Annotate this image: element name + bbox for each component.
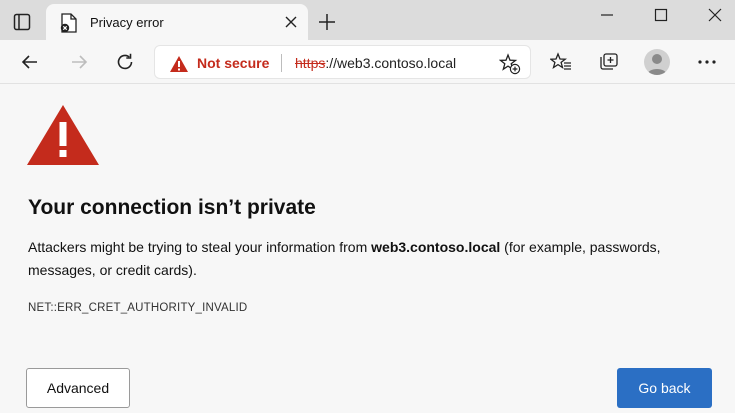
address-separator <box>281 54 282 72</box>
window-close-icon[interactable] <box>700 4 730 26</box>
not-secure-label[interactable]: Not secure <box>197 55 269 71</box>
tab-privacy-error[interactable]: Privacy error <box>46 4 308 40</box>
go-back-button[interactable]: Go back <box>617 368 712 408</box>
browser-toolbar: Not secure https://web3.contoso.local <box>0 40 735 84</box>
more-icon[interactable] <box>694 49 720 75</box>
new-tab-button[interactable] <box>316 11 338 33</box>
close-icon[interactable] <box>282 13 300 31</box>
add-favorite-icon[interactable] <box>499 53 521 75</box>
url-host: ://web3.contoso.local <box>325 55 457 71</box>
address-bar[interactable]: Not secure https://web3.contoso.local <box>154 45 531 79</box>
page-title: Your connection isn’t private <box>28 196 316 219</box>
back-arrow-icon[interactable] <box>17 49 43 75</box>
description-host: web3.contoso.local <box>371 239 501 255</box>
collections-icon[interactable] <box>596 49 622 75</box>
advanced-button[interactable]: Advanced <box>26 368 130 408</box>
profile-avatar-icon[interactable] <box>644 49 670 75</box>
warning-triangle-icon <box>26 104 100 166</box>
forward-arrow-icon[interactable] <box>66 49 92 75</box>
url-text[interactable]: https://web3.contoso.local <box>295 55 456 71</box>
url-scheme: https <box>295 55 326 71</box>
broken-page-icon <box>60 13 78 33</box>
description-text-start: Attackers might be trying to steal your … <box>28 239 372 255</box>
tab-bar: Privacy error <box>0 0 735 40</box>
maximize-icon[interactable] <box>646 4 676 26</box>
tab-title: Privacy error <box>90 15 164 30</box>
refresh-icon[interactable] <box>112 49 138 75</box>
favorites-icon[interactable] <box>548 49 574 75</box>
warning-icon[interactable] <box>169 55 189 73</box>
minimize-icon[interactable] <box>592 4 622 26</box>
error-description: Attackers might be trying to steal your … <box>28 236 728 282</box>
error-code: NET::ERR_CRET_AUTHORITY_INVALID <box>28 302 248 314</box>
tab-actions-icon[interactable] <box>8 8 36 36</box>
